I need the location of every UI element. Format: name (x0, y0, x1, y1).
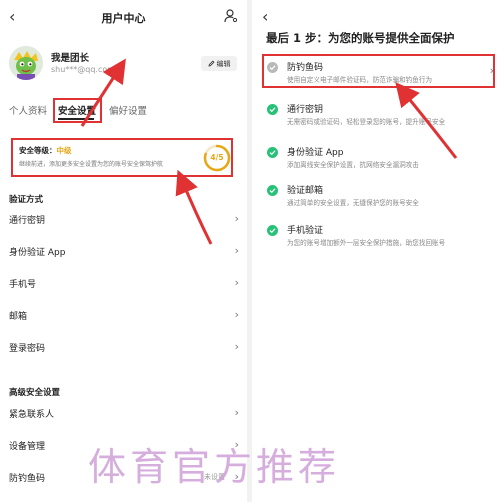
option-phone-verify[interactable]: 手机验证 为您的账号增加额外一层安全保护措施，助您找回账号 (266, 221, 494, 255)
list-item-label: 紧急联系人 (9, 410, 55, 420)
list-item-login-password[interactable]: 登录密码 › (9, 338, 239, 358)
option-description: 通过简单的安全设置，无缝保护您的账号安全 (287, 199, 419, 207)
list-item-email[interactable]: 邮箱 › (9, 306, 239, 326)
option-description: 无需密码或验证码，轻松登录您的账号，提升账号安全 (287, 118, 446, 126)
option-title: 手机验证 (287, 226, 324, 236)
list-item-authenticator-app[interactable]: 身份验证 App › (9, 242, 239, 262)
page-title: 最后 1 步：为您的账号提供全面保护 (266, 31, 455, 45)
list-item-label: 防钓鱼码 (9, 474, 46, 484)
list-item-passkey[interactable]: 通行密钥 › (9, 210, 239, 230)
security-score: 4/5 (210, 153, 224, 162)
verify-section-title: 验证方式 (9, 195, 44, 205)
pencil-icon (207, 60, 214, 67)
option-verify-email[interactable]: 验证邮箱 通过简单的安全设置，无缝保护您的账号安全 (266, 181, 494, 215)
check-icon (267, 185, 278, 196)
user-center-screen: ‹ 用户中心 我是团长 shu***@qq.com 编辑 个人资料 安全设置 偏… (0, 0, 247, 502)
option-highlight-box (262, 54, 495, 88)
list-item-label: 通行密钥 (9, 216, 46, 226)
list-item-label: 登录密码 (9, 344, 46, 354)
back-icon[interactable]: ‹ (262, 8, 268, 26)
list-item-label: 手机号 (9, 280, 37, 290)
user-name: 我是团长 (51, 53, 90, 64)
option-description: 添加离线安全保护设置，抗网络安全漏洞攻击 (287, 161, 419, 169)
advanced-section-title: 高级安全设置 (9, 388, 61, 398)
edit-profile-label: 编辑 (216, 59, 231, 68)
security-level-value: 中级 (56, 146, 72, 155)
chevron-right-icon: › (234, 308, 239, 321)
chevron-right-icon: › (234, 244, 239, 257)
user-settings-icon[interactable] (224, 9, 238, 23)
tab-preferences[interactable]: 偏好设置 (109, 103, 147, 117)
chevron-right-icon: › (234, 406, 239, 419)
check-icon (267, 147, 278, 158)
avatar[interactable] (9, 46, 43, 80)
user-email: shu***@qq.com (51, 65, 116, 74)
edit-profile-button[interactable]: 编辑 (201, 56, 237, 71)
security-level-title: 安全等级：中级 (19, 145, 72, 156)
chevron-right-icon: › (234, 212, 239, 225)
list-item-phone[interactable]: 手机号 › (9, 274, 239, 294)
profile-tabs: 个人资料 安全设置 偏好设置 (0, 100, 247, 122)
security-level-description: 继续前进，添加更多安全设置为您的账号安全保驾护航 (19, 161, 164, 168)
avatar-character-icon (9, 46, 43, 80)
option-authenticator-app[interactable]: 身份验证 App 添加离线安全保护设置，抗网络安全漏洞攻击 (266, 143, 494, 177)
chevron-right-icon: › (234, 340, 239, 353)
list-item-label: 设备管理 (9, 442, 46, 452)
check-icon (267, 225, 278, 236)
security-level-card[interactable]: 安全等级：中级 继续前进，添加更多安全设置为您的账号安全保驾护航 4/5 (11, 138, 233, 177)
option-title: 身份验证 App (287, 148, 344, 158)
security-level-prefix: 安全等级： (19, 146, 57, 155)
option-title: 通行密钥 (287, 105, 324, 115)
list-item-label: 邮箱 (9, 312, 28, 322)
option-title: 验证邮箱 (287, 186, 324, 196)
tab-personal-info[interactable]: 个人资料 (9, 103, 47, 117)
watermark-text: 体育官方推荐 (88, 445, 341, 489)
page-title: 用户中心 (101, 12, 146, 25)
tab-highlight-box (53, 98, 102, 123)
option-passkey[interactable]: 通行密钥 无需密码或验证码，轻松登录您的账号，提升账号安全 (266, 100, 494, 134)
chevron-right-icon: › (234, 276, 239, 289)
check-icon (267, 104, 278, 115)
option-description: 为您的账号增加额外一层安全保护措施，助您找回账号 (287, 239, 446, 247)
list-item-label: 身份验证 App (9, 248, 66, 258)
list-item-emergency-contact[interactable]: 紧急联系人 › (9, 404, 239, 424)
